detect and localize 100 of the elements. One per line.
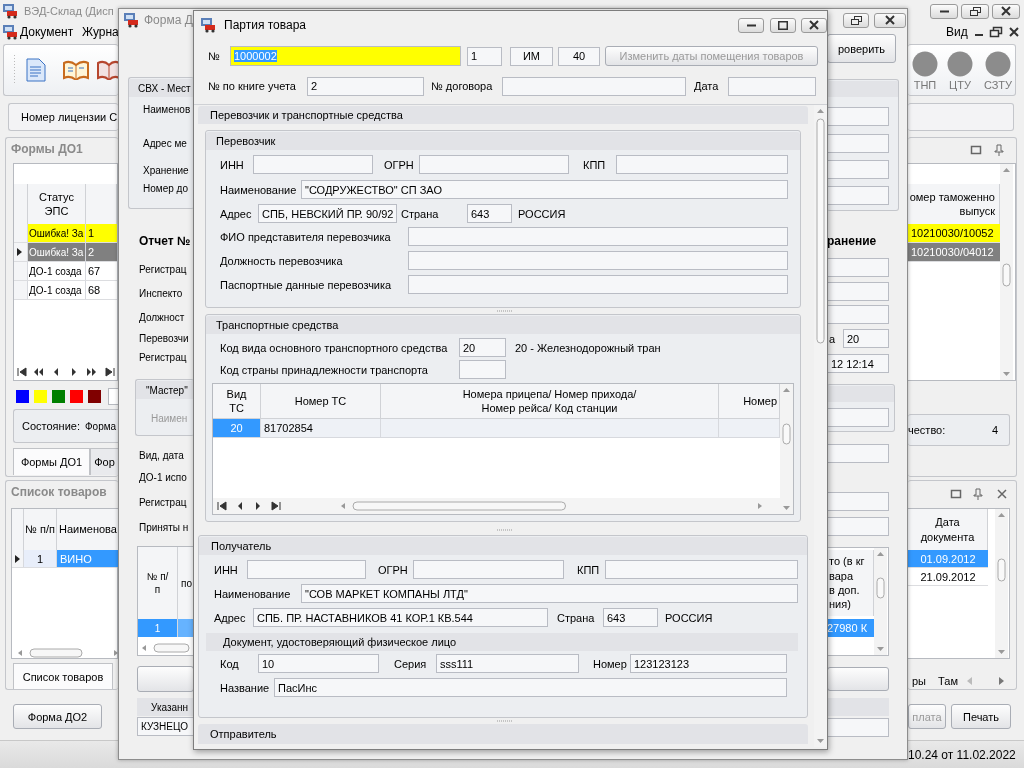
input-field[interactable] bbox=[728, 76, 816, 96]
input-field[interactable] bbox=[413, 560, 564, 579]
tab[interactable]: Список товаров bbox=[13, 663, 113, 689]
input-field[interactable] bbox=[616, 155, 788, 174]
table-row[interactable]: Ошибка! За 1 bbox=[14, 224, 117, 243]
input-field[interactable] bbox=[827, 258, 889, 277]
restore-button[interactable] bbox=[843, 12, 869, 28]
input-field[interactable] bbox=[827, 408, 889, 427]
input-field[interactable]: 643 bbox=[467, 204, 512, 223]
tab[interactable]: ры bbox=[908, 671, 930, 691]
input-field[interactable] bbox=[827, 107, 889, 126]
previous-page-icon[interactable] bbox=[33, 367, 43, 377]
restore-icon[interactable] bbox=[970, 145, 982, 155]
last-record-icon[interactable] bbox=[271, 501, 281, 511]
first-record-icon[interactable] bbox=[17, 367, 27, 377]
input-field[interactable]: 2 bbox=[307, 76, 424, 96]
menu-item[interactable]: Документ bbox=[20, 25, 74, 39]
input-field[interactable] bbox=[408, 227, 788, 246]
input-field[interactable] bbox=[605, 560, 798, 579]
input-field[interactable] bbox=[253, 155, 373, 174]
input-field[interactable] bbox=[827, 492, 889, 511]
input-field[interactable]: 20 bbox=[459, 338, 506, 357]
color-swatch[interactable] bbox=[34, 389, 47, 403]
input-field[interactable] bbox=[419, 155, 569, 174]
input-field[interactable]: ПасИнс bbox=[274, 678, 787, 697]
close-icon[interactable] bbox=[1008, 26, 1020, 38]
action-button[interactable] bbox=[137, 666, 194, 692]
input-field[interactable]: sss111 bbox=[436, 654, 579, 673]
tab[interactable]: Формы ДО1 bbox=[13, 448, 90, 475]
check-button[interactable]: роверить bbox=[827, 34, 896, 63]
next-record-icon[interactable] bbox=[69, 367, 79, 377]
input-field[interactable] bbox=[827, 160, 889, 179]
input-field[interactable] bbox=[827, 444, 889, 463]
close-button[interactable] bbox=[801, 17, 827, 33]
restore-button[interactable] bbox=[961, 3, 989, 19]
input-field[interactable] bbox=[827, 517, 889, 536]
input-field[interactable]: СПБ. ПР. НАСТАВНИКОВ 41 КОР.1 КВ.544 bbox=[253, 608, 548, 627]
document-icon[interactable] bbox=[26, 58, 46, 82]
splitter-handle[interactable] bbox=[495, 309, 515, 313]
input-field[interactable]: 1 bbox=[467, 46, 502, 66]
action-button[interactable]: Форма ДО2 bbox=[13, 704, 102, 729]
input-field[interactable]: 123123123 bbox=[630, 654, 787, 673]
vertical-scrollbar[interactable] bbox=[995, 509, 1008, 658]
color-swatch[interactable] bbox=[70, 389, 83, 403]
vertical-scrollbar[interactable] bbox=[1000, 164, 1013, 380]
input-field[interactable] bbox=[827, 718, 889, 737]
table-cell[interactable]: 81702854 bbox=[261, 419, 381, 437]
pin-icon[interactable] bbox=[993, 144, 1005, 156]
scroll-right-icon[interactable] bbox=[998, 676, 1006, 686]
input-field[interactable] bbox=[408, 275, 788, 294]
input-field[interactable]: ИМ bbox=[510, 46, 553, 66]
next-record-icon[interactable] bbox=[253, 501, 263, 511]
table-row[interactable]: 20 81702854 bbox=[213, 419, 780, 438]
input-field[interactable]: 643 bbox=[603, 608, 658, 627]
menu-item[interactable]: Журна bbox=[82, 25, 119, 39]
splitter-handle[interactable] bbox=[495, 528, 515, 532]
pin-icon[interactable] bbox=[972, 488, 984, 500]
close-icon[interactable] bbox=[996, 489, 1008, 499]
restore-icon[interactable] bbox=[989, 26, 1003, 38]
restore-icon[interactable] bbox=[950, 489, 962, 499]
input-field[interactable]: СПБ, НЕВСКИЙ ПР. 90/92 bbox=[258, 204, 397, 223]
close-button[interactable] bbox=[874, 12, 906, 28]
book-icon[interactable] bbox=[97, 60, 119, 80]
horizontal-scrollbar[interactable] bbox=[16, 647, 120, 659]
table-row[interactable]: ДО-1 созда 67 bbox=[14, 262, 117, 281]
splitter-handle[interactable] bbox=[495, 719, 515, 723]
input-field[interactable]: "СОДРУЖЕСТВО" СП ЗАО bbox=[301, 180, 788, 199]
tab[interactable]: Там bbox=[934, 671, 962, 691]
first-record-icon[interactable] bbox=[217, 501, 227, 511]
input-field[interactable]: 40 bbox=[558, 46, 600, 66]
close-button[interactable] bbox=[992, 3, 1020, 19]
input-field[interactable] bbox=[827, 282, 889, 301]
table-row[interactable]: Ошибка! За 2 bbox=[14, 243, 117, 262]
table-row[interactable]: ДО-1 созда 68 bbox=[14, 281, 117, 300]
input-field[interactable] bbox=[247, 560, 366, 579]
input-field[interactable]: 10 bbox=[258, 654, 379, 673]
maximize-button[interactable] bbox=[770, 17, 796, 33]
input-field[interactable]: "СОВ МАРКЕТ КОМПАНЫ ЛТД" bbox=[301, 584, 798, 603]
minimize-button[interactable] bbox=[738, 17, 764, 33]
input-field[interactable] bbox=[827, 186, 889, 205]
book-icon[interactable] bbox=[63, 60, 89, 80]
color-swatch[interactable] bbox=[52, 389, 65, 403]
vertical-scrollbar[interactable] bbox=[780, 384, 793, 514]
tab[interactable]: Фор bbox=[90, 448, 119, 475]
horizontal-scrollbar[interactable] bbox=[339, 500, 764, 512]
input-field[interactable] bbox=[502, 76, 686, 96]
vertical-scrollbar[interactable] bbox=[874, 548, 887, 655]
input-field[interactable]: КУЗНЕЦО bbox=[137, 716, 194, 736]
input-field[interactable]: 20 bbox=[843, 329, 889, 348]
color-swatch[interactable] bbox=[88, 389, 101, 403]
input-field[interactable] bbox=[459, 360, 506, 379]
vertical-scrollbar[interactable] bbox=[814, 105, 827, 747]
menu-item[interactable]: Вид bbox=[946, 25, 968, 39]
input-field[interactable] bbox=[827, 305, 889, 324]
input-field[interactable]: 12 12:14 bbox=[827, 354, 889, 373]
action-button[interactable] bbox=[827, 667, 889, 691]
scroll-left-icon[interactable] bbox=[965, 676, 973, 686]
input-field[interactable] bbox=[827, 134, 889, 153]
color-field[interactable] bbox=[108, 387, 119, 405]
table-row[interactable]: 1 ВИНО bbox=[12, 550, 117, 568]
